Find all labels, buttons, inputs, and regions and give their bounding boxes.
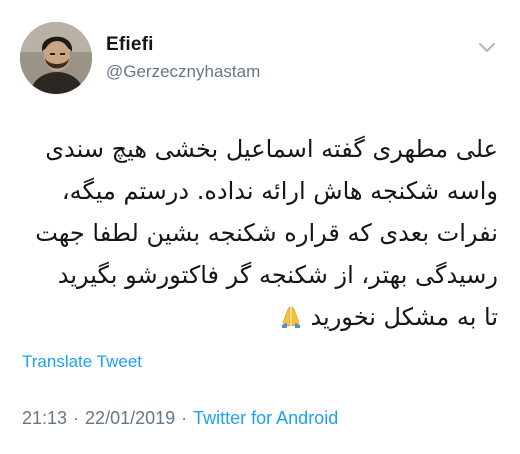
tweet-meta: 21:13 · 22/01/2019 · Twitter for Android	[22, 408, 338, 429]
tweet-text-line: علی مطهری گفته اسماعیل بخشی هیچ سندی	[45, 135, 498, 163]
meta-separator: ·	[181, 408, 188, 428]
tweet-text: علی مطهری گفته اسماعیل بخشی هیچ سندی واس…	[18, 128, 498, 338]
meta-separator: ·	[73, 408, 80, 428]
chevron-down-icon[interactable]	[476, 36, 498, 58]
folded-hands-icon	[282, 306, 301, 328]
tweet-text-line-last: تا به مشکل نخورید	[18, 296, 498, 338]
display-name[interactable]: Efiefi	[106, 34, 154, 56]
user-handle[interactable]: @Gerzecznyhastam	[106, 62, 260, 82]
tweet-source-link[interactable]: Twitter for Android	[193, 408, 338, 428]
tweet-text-line: رسیدگی بهتر، از شکنجه گر فاکتورشو بگیرید	[57, 261, 498, 289]
tweet-time: 21:13	[22, 408, 68, 428]
avatar[interactable]	[20, 22, 92, 94]
tweet-text-line: تا به مشکل نخورید	[310, 303, 498, 331]
tweet-date: 22/01/2019	[85, 408, 176, 428]
tweet-text-line: نفرات بعدی که قراره شکنجه بشین لطفا جهت	[35, 219, 498, 247]
tweet-card: Efiefi @Gerzecznyhastam علی مطهری گفته ا…	[0, 0, 520, 454]
tweet-text-line: واسه شکنجه هاش ارائه نداده. درستم میگه،	[61, 177, 498, 205]
translate-tweet-link[interactable]: Translate Tweet	[22, 352, 142, 372]
